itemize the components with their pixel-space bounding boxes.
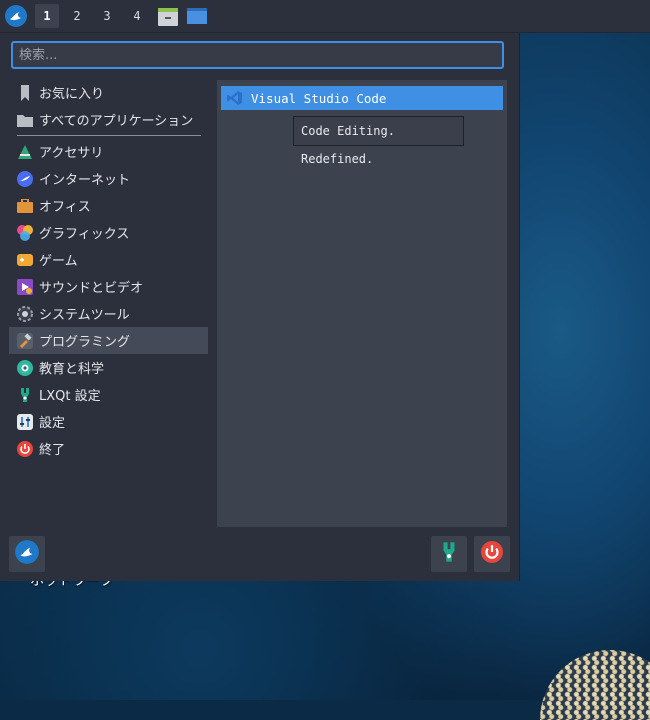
category-label: システムツール (39, 308, 130, 323)
workspace-3[interactable]: 3 (95, 4, 119, 28)
lubuntu-logo-icon[interactable] (4, 4, 28, 28)
multimedia-icon (17, 278, 33, 295)
app-tooltip: Code Editing. Redefined. (293, 116, 464, 166)
category-label: 教育と科学 (39, 362, 105, 377)
category-list: お気に入り すべてのアプリケーション アクセサリ インターネット オフィス グラ… (9, 79, 208, 462)
category-label: グラフィックス (39, 227, 130, 242)
lubuntu-logo-icon (14, 539, 40, 569)
wallpaper-coral (540, 650, 650, 720)
leave-icon (17, 440, 33, 457)
category-all-applications[interactable]: すべてのアプリケーション (9, 106, 208, 133)
category-settings[interactable]: 設定 (9, 408, 208, 435)
show-desktop-icon[interactable] (187, 8, 207, 28)
category-label: アクセサリ (39, 146, 104, 161)
category-graphics[interactable]: グラフィックス (9, 219, 208, 246)
workspace-4[interactable]: 4 (125, 4, 149, 28)
file-manager-icon[interactable] (158, 8, 178, 30)
category-label: プログラミング (39, 335, 131, 350)
category-programming[interactable]: プログラミング (9, 327, 208, 354)
education-icon (17, 359, 33, 376)
system-tools-icon (17, 305, 33, 322)
category-label: 終了 (39, 443, 66, 458)
category-label: ゲーム (39, 254, 78, 269)
category-label: 設定 (39, 416, 66, 431)
category-label: お気に入り (39, 87, 105, 102)
category-label: サウンドとビデオ (39, 281, 144, 296)
workspace-2[interactable]: 2 (65, 4, 89, 28)
app-item-visual-studio-code[interactable]: Visual Studio Code (221, 86, 503, 110)
lxqt-settings-button[interactable] (431, 536, 467, 572)
lubuntu-logo-button[interactable] (9, 536, 45, 572)
lxqt-settings-icon (438, 541, 460, 567)
category-separator (17, 135, 201, 136)
category-label: すべてのアプリケーション (39, 114, 194, 129)
settings-icon (17, 413, 33, 430)
workspace-1[interactable]: 1 (35, 4, 59, 28)
category-favorites[interactable]: お気に入り (9, 79, 208, 106)
category-multimedia[interactable]: サウンドとビデオ (9, 273, 208, 300)
accessories-icon (17, 144, 33, 160)
category-office[interactable]: オフィス (9, 192, 208, 219)
power-icon (481, 541, 503, 567)
games-icon (17, 252, 33, 268)
taskbar: 1 2 3 4 (0, 0, 650, 33)
power-button[interactable] (474, 536, 510, 572)
graphics-icon (17, 224, 33, 241)
office-icon (17, 198, 33, 214)
category-label: インターネット (39, 173, 131, 188)
category-leave[interactable]: 終了 (9, 435, 208, 462)
category-label: オフィス (39, 200, 91, 215)
app-label: Visual Studio Code (251, 90, 387, 106)
category-system-tools[interactable]: システムツール (9, 300, 208, 327)
folder-icon (17, 112, 33, 128)
category-internet[interactable]: インターネット (9, 165, 208, 192)
category-label: LXQt 設定 (39, 389, 101, 404)
internet-icon (17, 170, 33, 187)
bookmark-icon (17, 84, 33, 101)
category-lxqt-settings[interactable]: LXQt 設定 (9, 381, 208, 408)
category-accessories[interactable]: アクセサリ (9, 138, 208, 165)
lxqt-settings-icon (17, 387, 33, 403)
vscode-icon (227, 90, 243, 106)
search-input[interactable] (11, 41, 504, 69)
programming-icon (17, 332, 33, 349)
category-education[interactable]: 教育と科学 (9, 354, 208, 381)
category-games[interactable]: ゲーム (9, 246, 208, 273)
